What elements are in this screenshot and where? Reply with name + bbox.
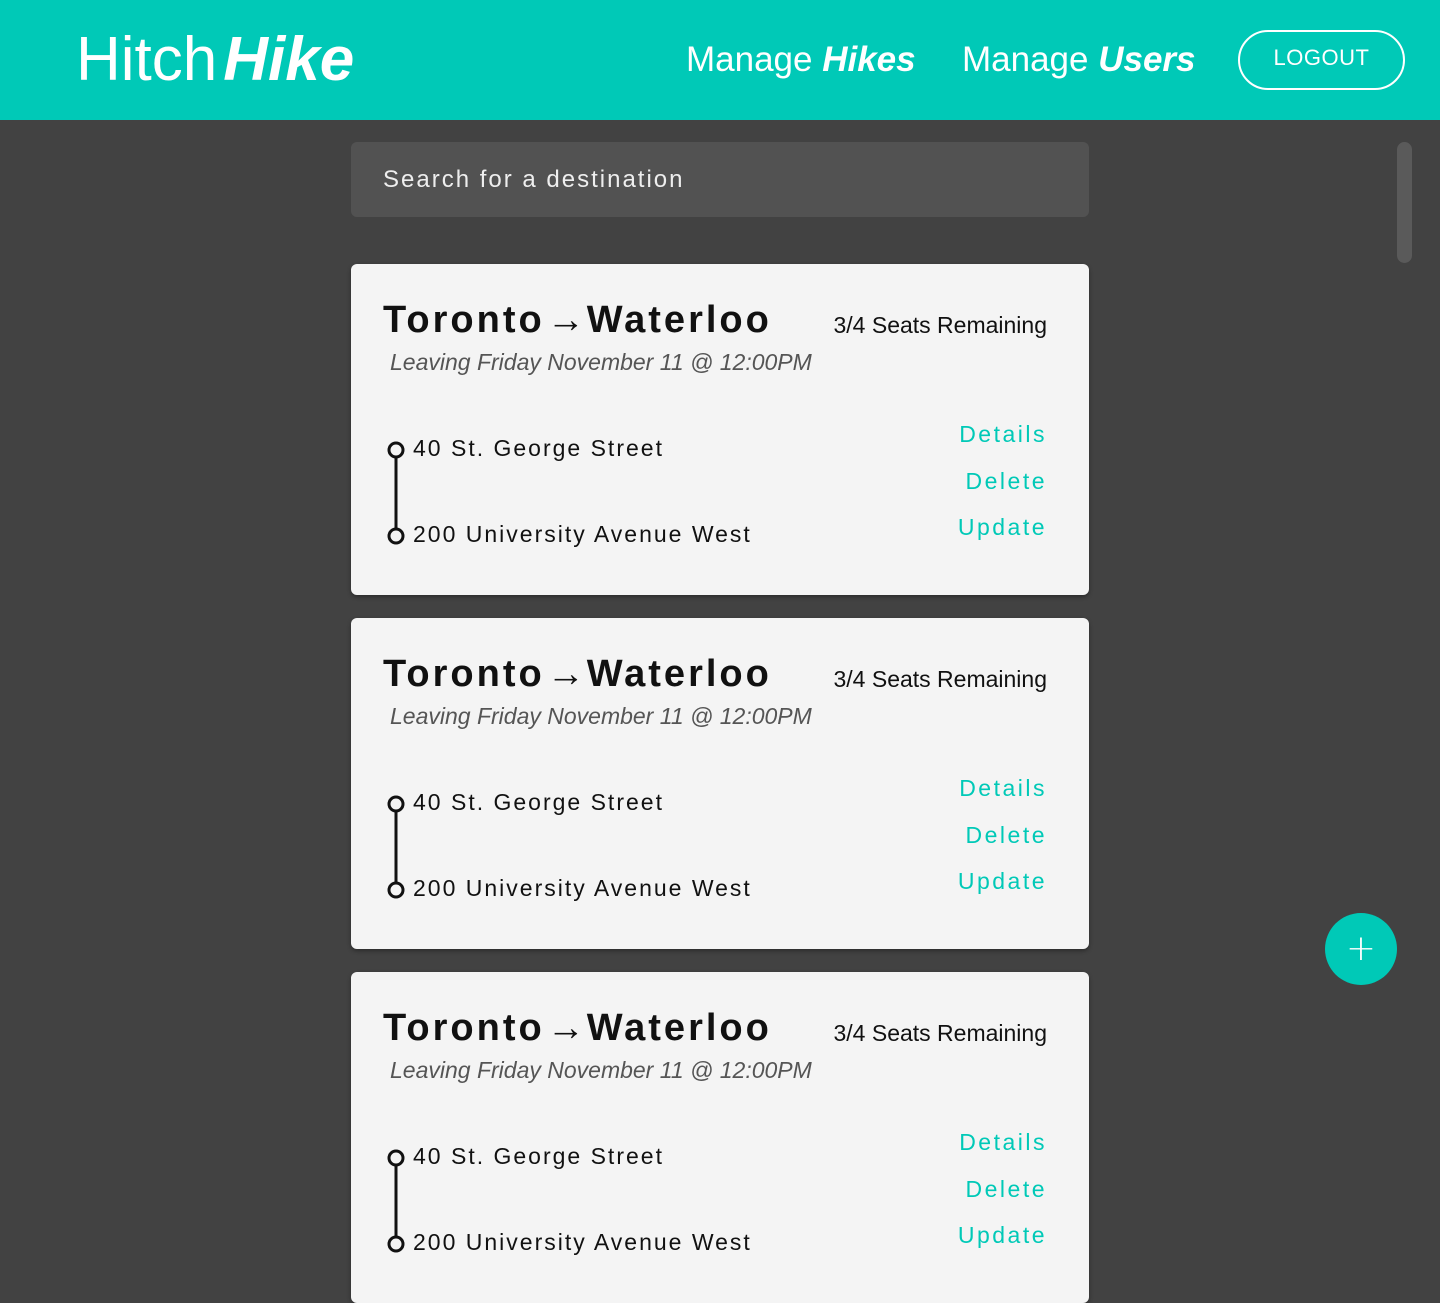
nav-users-strong: Users	[1098, 40, 1196, 79]
hike-card: Toronto→Waterloo 3/4 Seats Remaining Lea…	[351, 618, 1089, 949]
update-button[interactable]: Update	[958, 512, 1047, 542]
to-city: Waterloo	[586, 1007, 772, 1049]
search-input[interactable]	[351, 142, 1089, 217]
delete-button[interactable]: Delete	[966, 1174, 1047, 1204]
add-hike-button[interactable]: +	[1325, 913, 1397, 985]
hike-card: Toronto→Waterloo 3/4 Seats Remaining Lea…	[351, 264, 1089, 595]
from-city: Toronto	[383, 1007, 545, 1049]
departure-time: Leaving Friday November 11 @ 12:00PM	[390, 703, 812, 729]
scrollbar-thumb[interactable]	[1397, 142, 1412, 263]
hike-card: Toronto→Waterloo 3/4 Seats Remaining Lea…	[351, 972, 1089, 1303]
route-title: Toronto→Waterloo	[383, 652, 772, 696]
origin-address: 40 St. George Street	[413, 435, 664, 461]
route-title: Toronto→Waterloo	[383, 1006, 772, 1050]
logout-button[interactable]: LOGOUT	[1238, 30, 1405, 90]
from-city: Toronto	[383, 653, 545, 695]
departure-time: Leaving Friday November 11 @ 12:00PM	[390, 1057, 812, 1083]
brand-logo[interactable]: HitchHike	[76, 24, 354, 96]
details-button[interactable]: Details	[959, 773, 1047, 803]
nav-hikes-strong: Hikes	[822, 40, 916, 79]
seats-remaining: 3/4 Seats Remaining	[833, 312, 1047, 338]
to-city: Waterloo	[586, 653, 772, 695]
brand-name-light: Hitch	[76, 25, 218, 94]
destination-address: 200 University Avenue West	[413, 521, 752, 547]
plus-icon: +	[1345, 928, 1377, 969]
nav-manage-users[interactable]: Manage Users	[962, 36, 1196, 84]
departure-time: Leaving Friday November 11 @ 12:00PM	[390, 349, 812, 375]
arrow-right-icon: →	[546, 653, 585, 695]
details-button[interactable]: Details	[959, 1127, 1047, 1157]
nav-hikes-prefix: Manage	[686, 40, 823, 79]
arrow-right-icon: →	[546, 299, 585, 341]
delete-button[interactable]: Delete	[966, 466, 1047, 496]
origin-address: 40 St. George Street	[413, 1143, 664, 1169]
route-title: Toronto→Waterloo	[383, 298, 772, 342]
origin-address: 40 St. George Street	[413, 789, 664, 815]
update-button[interactable]: Update	[958, 866, 1047, 896]
route-timeline-icon	[387, 1149, 405, 1253]
details-button[interactable]: Details	[959, 419, 1047, 449]
brand-name-bold: Hike	[223, 25, 355, 94]
from-city: Toronto	[383, 299, 545, 341]
destination-address: 200 University Avenue West	[413, 1229, 752, 1255]
to-city: Waterloo	[586, 299, 772, 341]
destination-address: 200 University Avenue West	[413, 875, 752, 901]
nav-users-prefix: Manage	[962, 40, 1099, 79]
delete-button[interactable]: Delete	[966, 820, 1047, 850]
nav-manage-hikes[interactable]: Manage Hikes	[686, 36, 916, 84]
seats-remaining: 3/4 Seats Remaining	[833, 1020, 1047, 1046]
route-timeline-icon	[387, 441, 405, 545]
seats-remaining: 3/4 Seats Remaining	[833, 666, 1047, 692]
update-button[interactable]: Update	[958, 1220, 1047, 1250]
route-timeline-icon	[387, 795, 405, 899]
arrow-right-icon: →	[546, 1007, 585, 1049]
app-header: HitchHike Manage Hikes Manage Users LOGO…	[0, 0, 1440, 120]
